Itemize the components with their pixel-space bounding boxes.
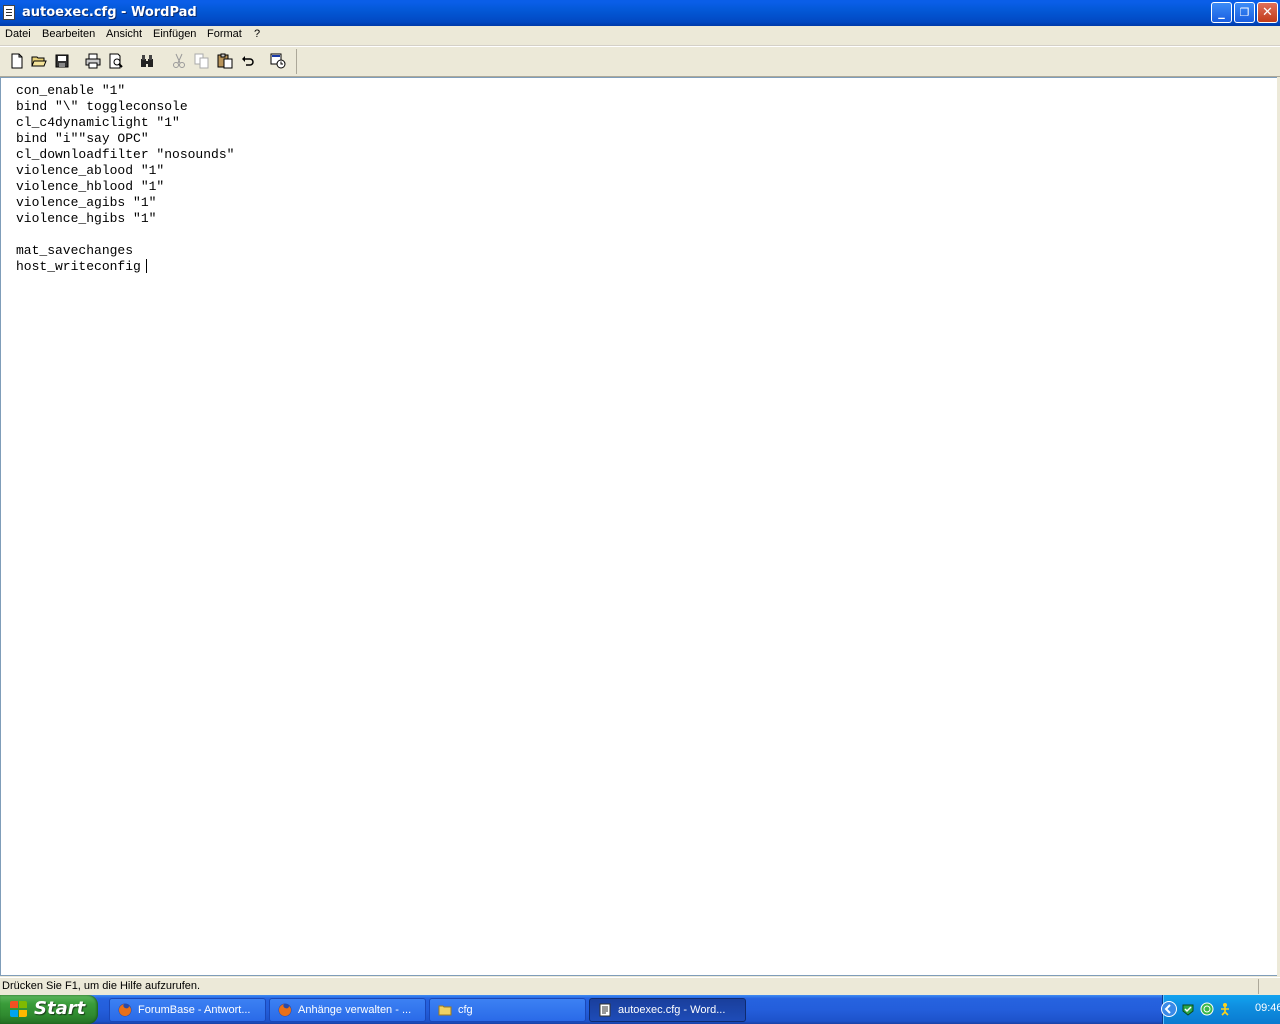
network-activity-icon[interactable] [1218,1002,1232,1016]
minimize-icon: _ [1218,5,1225,20]
text-line: bind "\" toggleconsole [16,99,188,114]
paste-icon[interactable] [217,53,233,69]
copy-icon[interactable] [194,53,210,69]
undo-icon[interactable] [240,53,256,69]
menu-einfuegen[interactable]: Einfügen [153,28,196,40]
text-line: violence_ablood "1" [16,163,165,178]
windows-logo-icon [10,1001,28,1018]
wordpad-icon[interactable] [3,5,15,20]
text-line: bind "i""say OPC" [16,131,149,146]
menu-bearbeiten[interactable]: Bearbeiten [42,28,95,40]
text-line [16,227,234,243]
status-bar: Drücken Sie F1, um die Hilfe aufzurufen. [0,977,1280,996]
firefox-icon [118,1003,132,1017]
menu-format[interactable]: Format [207,28,242,40]
wordpad-icon [598,1003,612,1017]
insert-date-time-icon[interactable] [270,53,286,69]
start-button[interactable]: Start [0,995,98,1024]
status-separator [1258,979,1259,994]
taskbar-item-forumbase[interactable]: ForumBase - Antwort... [109,998,266,1022]
close-icon: ✕ [1262,5,1273,20]
print-preview-icon[interactable] [108,53,124,69]
print-icon[interactable] [85,53,101,69]
system-tray: 09:46 [1161,995,1280,1024]
status-circle-icon[interactable] [1200,1002,1214,1016]
document-editor[interactable]: con_enable "1" bind "\" toggleconsole cl_c… [0,77,1280,976]
title-bar[interactable]: autoexec.cfg - WordPad _ ❐ ✕ [0,0,1280,26]
text-line: violence_hgibs "1" [16,211,157,226]
menu-ansicht[interactable]: Ansicht [106,28,142,40]
close-button[interactable]: ✕ [1257,2,1278,23]
cut-icon[interactable] [171,53,187,69]
save-icon[interactable] [54,53,70,69]
taskbar-item-label: ForumBase - Antwort... [138,1004,251,1016]
text-line: con_enable "1" [16,83,126,98]
text-line: mat_savechanges [16,243,134,258]
text-line: cl_downloadfilter "nosounds" [16,147,235,162]
security-center-icon[interactable] [1181,1002,1195,1016]
firefox-icon [278,1003,292,1017]
minimize-button[interactable]: _ [1211,2,1232,23]
new-document-icon[interactable] [9,53,25,69]
clock[interactable]: 09:46 [1255,1002,1280,1014]
folder-icon [438,1003,452,1017]
text-line: cl_c4dynamiclight "1" [16,115,180,130]
taskbar: Start ForumBase - Antwort... Anhänge ver… [0,995,1280,1024]
open-folder-icon[interactable] [31,53,47,69]
taskbar-item-label: autoexec.cfg - Word... [618,1004,726,1016]
taskbar-item-anhaenge[interactable]: Anhänge verwalten - ... [269,998,426,1022]
text-line: violence_hblood "1" [16,179,165,194]
text-line: violence_agibs "1" [16,195,157,210]
status-text: Drücken Sie F1, um die Hilfe aufzurufen. [2,980,201,992]
toolbar-separator [296,49,297,74]
document-text[interactable]: con_enable "1" bind "\" toggleconsole cl_c… [16,83,234,275]
restore-icon: ❐ [1239,6,1250,19]
taskbar-item-cfg[interactable]: cfg [429,998,586,1022]
taskbar-item-label: cfg [458,1004,473,1016]
maximize-button[interactable]: ❐ [1234,2,1255,23]
taskbar-item-wordpad[interactable]: autoexec.cfg - Word... [589,998,746,1022]
menu-bar: Datei Bearbeiten Ansicht Einfügen Format… [0,26,1280,46]
menu-datei[interactable]: Datei [5,28,31,40]
text-line: host_writeconfig [16,259,141,274]
menu-help[interactable]: ? [254,28,260,40]
start-label: Start [34,998,86,1019]
find-icon[interactable] [139,53,155,69]
window-title: autoexec.cfg - WordPad [22,5,197,20]
show-hidden-icons-button[interactable] [1161,1001,1177,1017]
text-caret [146,259,147,273]
toolbar [0,46,1280,77]
taskbar-item-label: Anhänge verwalten - ... [298,1004,412,1016]
